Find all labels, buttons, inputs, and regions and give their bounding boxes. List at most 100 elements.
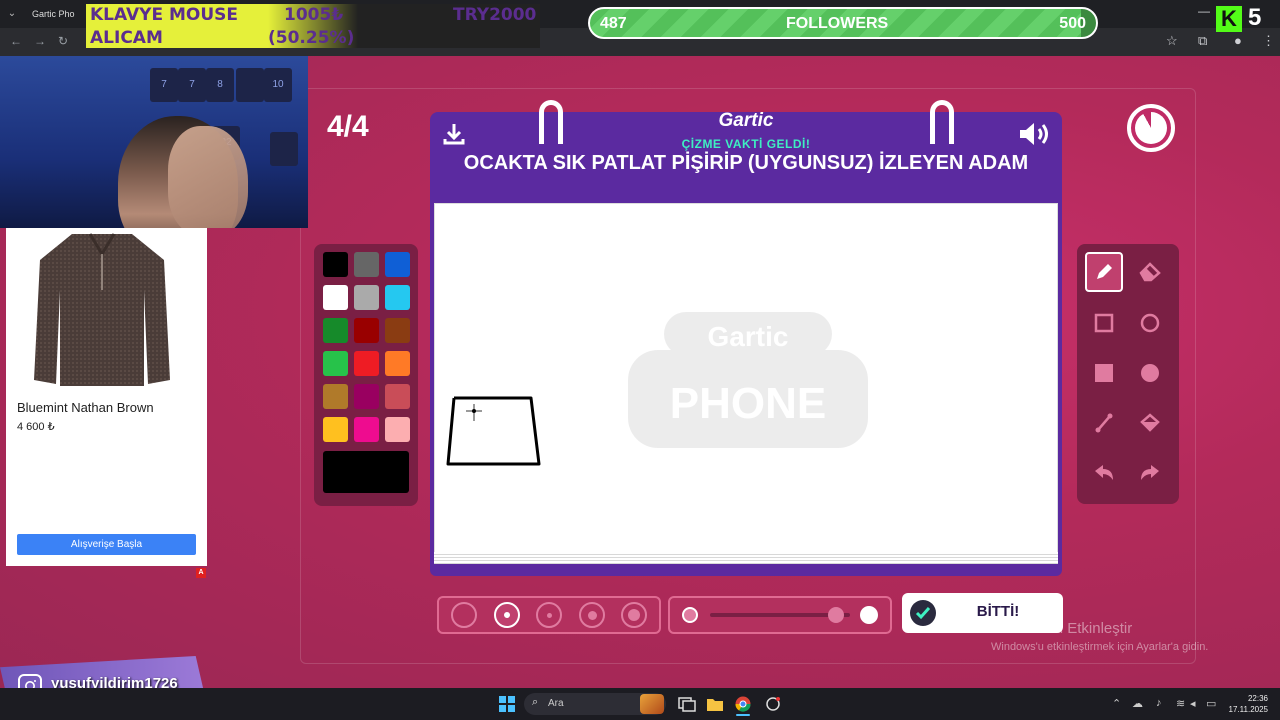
prompt-subtitle: ÇİZME VAKTİ GELDİ!: [681, 137, 811, 151]
line-tool[interactable]: [1085, 403, 1123, 443]
battery-icon[interactable]: ▭: [1206, 697, 1216, 710]
followers-label: FOLLOWERS: [786, 15, 889, 32]
brush-size-dot: [628, 609, 640, 621]
color-swatch[interactable]: [354, 252, 379, 277]
file-explorer-icon[interactable]: [706, 696, 724, 712]
opacity-panel: [668, 596, 892, 634]
task-view-icon[interactable]: [678, 696, 696, 712]
app-icon[interactable]: [764, 696, 782, 712]
redo-icon: [1141, 465, 1159, 480]
volume-tray-icon[interactable]: ◂: [1190, 697, 1196, 710]
activation-title: Windows'u Etkinleştir: [991, 620, 1133, 637]
brush-size-dot: [587, 610, 597, 620]
color-swatch[interactable]: [354, 285, 379, 310]
color-swatch[interactable]: [323, 351, 348, 376]
menu-icon[interactable]: ⋮: [1262, 33, 1275, 49]
color-swatch[interactable]: [354, 318, 379, 343]
color-swatch[interactable]: [385, 417, 410, 442]
brush-size-dot: [546, 612, 552, 618]
color-swatch[interactable]: [385, 318, 410, 343]
pencil-icon: [1097, 264, 1112, 279]
followers-current: 487: [600, 15, 627, 32]
kick-count: 5: [1248, 4, 1262, 31]
opacity-slider-handle[interactable]: [828, 607, 844, 623]
bucket-icon: [1140, 413, 1160, 432]
activation-subtitle: Windows'u etkinleştirmek için Ayarlar'a …: [991, 641, 1209, 653]
color-swatch[interactable]: [385, 252, 410, 277]
current-color-preview: [323, 451, 409, 493]
back-icon[interactable]: ←: [10, 34, 22, 48]
chrome-active-indicator: [736, 714, 750, 716]
color-swatch[interactable]: [323, 318, 348, 343]
taskbar-search-text: Ara: [548, 698, 564, 709]
extensions-icon[interactable]: ⧉: [1198, 33, 1207, 49]
color-swatch[interactable]: [323, 252, 348, 277]
product-image: [34, 233, 170, 386]
forward-icon[interactable]: →: [34, 34, 46, 48]
search-highlight-icon: [640, 694, 664, 714]
brush-size-option[interactable]: [451, 602, 477, 628]
color-swatch[interactable]: [354, 417, 379, 442]
undo-tool[interactable]: [1085, 453, 1123, 493]
eraser-tool[interactable]: [1131, 252, 1169, 292]
color-swatch[interactable]: [323, 417, 348, 442]
taskbar-clock[interactable]: 22:36 17.11.2025: [1226, 693, 1268, 715]
color-swatch[interactable]: [354, 351, 379, 376]
pencil-tool[interactable]: [1085, 252, 1123, 292]
ad-panel[interactable]: Bluemint Nathan Brown 4 600 ₺ Alışverişe…: [6, 228, 207, 566]
search-icon: ⌕: [532, 696, 539, 708]
donation-goal: TRY2000: [453, 5, 537, 25]
undo-icon: [1095, 465, 1113, 480]
bookmark-star-icon[interactable]: ☆: [1166, 33, 1178, 49]
reload-icon[interactable]: ↻: [58, 34, 68, 48]
color-swatch[interactable]: [385, 351, 410, 376]
redo-tool[interactable]: [1131, 453, 1169, 493]
color-swatch[interactable]: [323, 384, 348, 409]
shop-button[interactable]: Alışverişe Başla: [17, 534, 196, 555]
donation-percent: (50.25%): [268, 28, 355, 48]
ellipse-outline-tool[interactable]: [1131, 303, 1169, 343]
color-swatch[interactable]: [323, 285, 348, 310]
chrome-icon[interactable]: [734, 696, 752, 712]
rectangle-fill-tool[interactable]: [1085, 353, 1123, 393]
color-swatch[interactable]: [385, 285, 410, 310]
profile-icon[interactable]: ●: [1234, 33, 1242, 48]
prompt-phrase: OCAKTA SIK PATLAT PİŞİRİP (UYGUNSUZ) İZL…: [463, 152, 1029, 174]
brush-size-option[interactable]: [494, 602, 520, 628]
round-counter: 4/4: [327, 110, 369, 143]
volume-icon[interactable]: [1018, 120, 1054, 148]
opacity-low-icon: [682, 607, 698, 623]
minimize-button[interactable]: —: [1198, 4, 1210, 18]
opacity-high-icon: [860, 606, 878, 624]
cloud-icon[interactable]: ☁: [1132, 697, 1143, 710]
fill-bucket-tool[interactable]: [1131, 403, 1169, 443]
ellipse-fill-tool[interactable]: [1131, 353, 1169, 393]
follower-goal-bar: 487 FOLLOWERS 500: [588, 7, 1098, 39]
kick-logo: K: [1216, 6, 1242, 32]
checkmark-icon: [910, 600, 936, 626]
browser-tab[interactable]: Gartic Pho: [26, 4, 84, 24]
clock-date: 17.11.2025: [1228, 705, 1268, 714]
done-label: BİTTİ!: [976, 603, 1020, 620]
clock-time: 22:36: [1247, 694, 1268, 703]
microphone-icon[interactable]: ♪: [1156, 697, 1162, 709]
eraser-icon: [1139, 262, 1161, 282]
donation-label-line2: ALICAM: [90, 28, 163, 48]
tab-search-icon[interactable]: ⌄: [4, 6, 20, 22]
color-swatch[interactable]: [354, 384, 379, 409]
download-icon[interactable]: [442, 122, 466, 146]
donation-amount: 1005₺: [284, 5, 344, 25]
watermark-text-2: PHONE: [670, 379, 826, 428]
color-swatch[interactable]: [385, 384, 410, 409]
brush-size-option[interactable]: [536, 602, 562, 628]
tray-overflow-icon[interactable]: ⌃: [1112, 697, 1121, 710]
ad-choices-icon[interactable]: A: [196, 568, 206, 578]
gartic-phone-watermark: Gartic PHONE: [628, 312, 868, 448]
brush-size-option[interactable]: [621, 602, 647, 628]
user-drawing: [446, 396, 541, 466]
windows-start-icon[interactable]: [498, 696, 516, 712]
square-outline-icon: [1094, 313, 1114, 333]
rectangle-outline-tool[interactable]: [1085, 303, 1123, 343]
wifi-icon[interactable]: ≋: [1176, 697, 1185, 710]
brush-size-option[interactable]: [579, 602, 605, 628]
